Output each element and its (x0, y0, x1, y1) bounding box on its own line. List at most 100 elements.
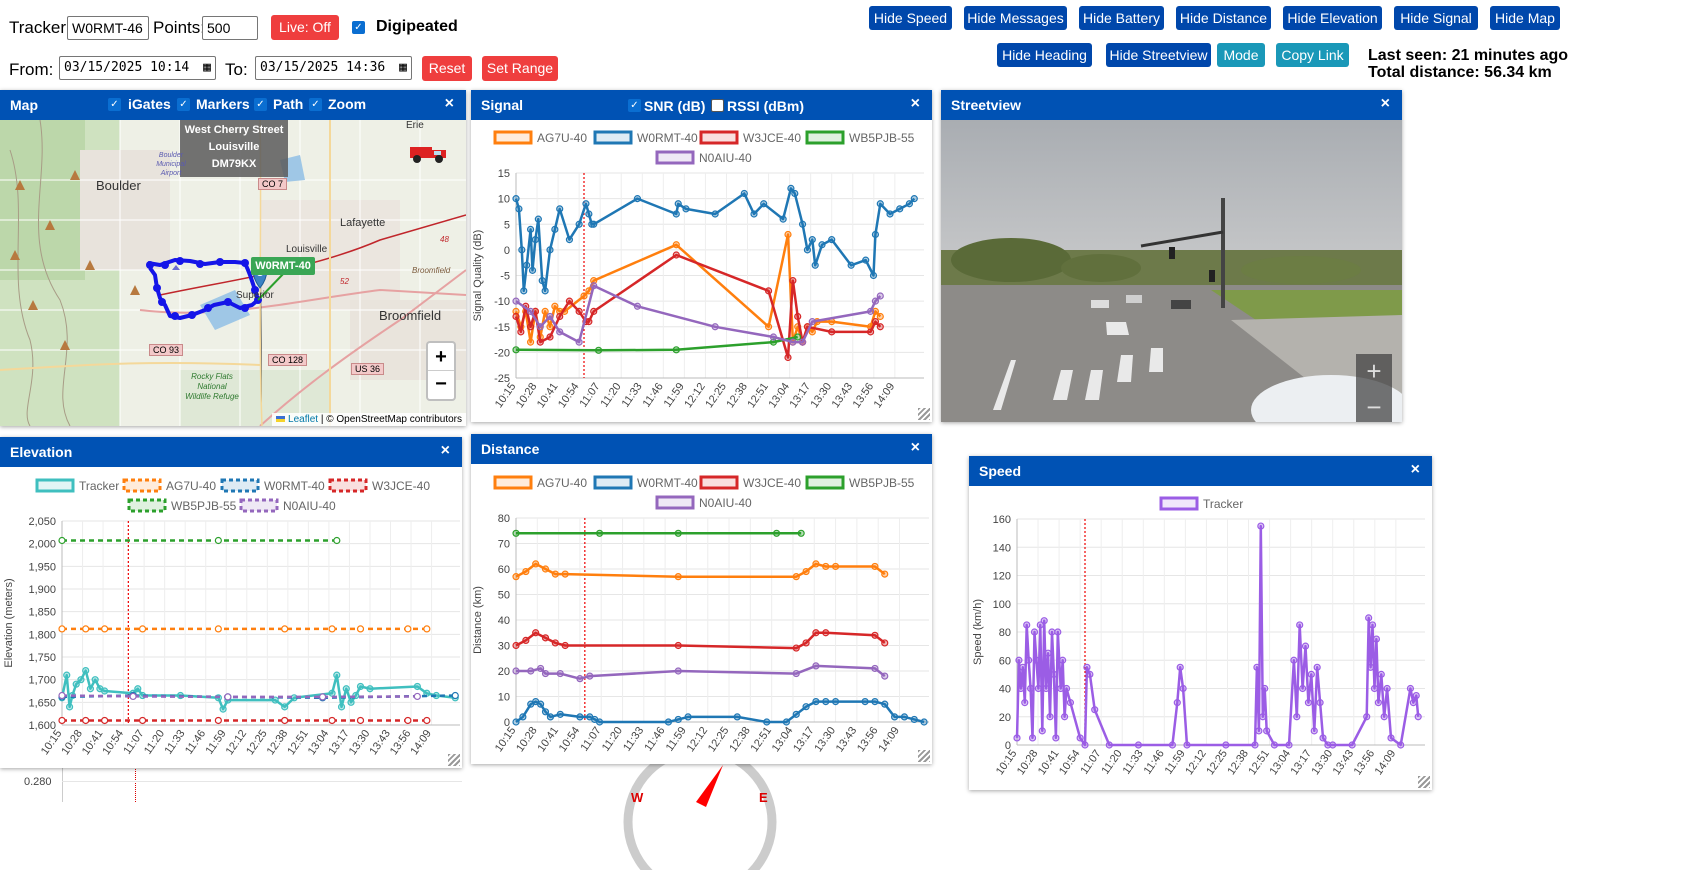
snr-checkbox[interactable]: ✓ (628, 99, 641, 112)
points-input[interactable] (202, 16, 258, 40)
path-checkbox[interactable]: ✓ (254, 98, 267, 111)
hide-distance-button[interactable]: Hide Distance (1176, 6, 1271, 30)
data-point (890, 713, 899, 721)
elevation-close-icon[interactable]: × (441, 442, 450, 460)
resize-grip-icon[interactable] (448, 754, 460, 766)
distance-panel-header: Distance × (471, 434, 932, 464)
data-point (808, 318, 816, 326)
hide-map-button[interactable]: Hide Map (1490, 6, 1560, 30)
zoom-checkbox[interactable]: ✓ (309, 98, 322, 111)
resize-grip-icon[interactable] (1418, 776, 1430, 788)
compass-east-label: E (759, 790, 768, 805)
x-tick-label: 11:20 (142, 728, 167, 757)
map-panel-header: Map ✓ iGates ✓ Markers ✓ Path ✓ Zoom × (0, 90, 466, 120)
copy-link-button[interactable]: Copy Link (1276, 43, 1349, 67)
y-tick-label: 2,000 (28, 539, 56, 551)
x-tick-label: 11:07 (579, 725, 604, 754)
data-point (672, 251, 680, 259)
station-marker-label[interactable]: W0RMT-40 (251, 257, 315, 275)
data-point (869, 271, 878, 280)
distance-close-icon[interactable]: × (911, 439, 920, 457)
data-point (1076, 734, 1084, 742)
path-label: Path (273, 96, 304, 112)
data-point (585, 210, 593, 218)
leaflet-link[interactable]: Leaflet (288, 414, 318, 425)
from-datetime-input[interactable]: 03/15/2025 10:14 ▦ (59, 56, 216, 80)
data-point (536, 700, 545, 708)
resize-grip-icon[interactable] (918, 750, 930, 762)
data-point (1383, 684, 1391, 693)
x-tick-label: 12:25 (244, 728, 270, 757)
hide-elevation-button[interactable]: Hide Elevation (1283, 6, 1382, 30)
data-point (791, 189, 799, 198)
data-point (590, 220, 598, 228)
markers-checkbox[interactable]: ✓ (177, 98, 190, 111)
rssi-checkbox[interactable] (711, 99, 724, 112)
map-close-icon[interactable]: × (445, 95, 454, 113)
data-point (526, 338, 535, 346)
streetview-zoom-out-button[interactable]: − (1356, 390, 1392, 422)
digipeated-checkbox[interactable]: ✓ (352, 21, 365, 34)
x-tick-label: 11:20 (600, 725, 625, 754)
mode-button[interactable]: Mode (1217, 43, 1265, 67)
hide-signal-button[interactable]: Hide Signal (1394, 6, 1478, 30)
data-point (281, 625, 289, 633)
data-point (1042, 684, 1050, 693)
distance-panel: Distance × AG7U-40 W0RMT-40 W3JCE-40 WB5PJB… (471, 434, 932, 764)
legend-label: W3JCE-40 (372, 479, 430, 493)
data-point (1081, 741, 1089, 749)
x-tick-label: 11:59 (1163, 748, 1188, 777)
y-tick-label: 160 (993, 514, 1011, 526)
calendar-icon[interactable]: ▦ (203, 58, 211, 78)
data-point (1374, 699, 1382, 707)
calendar-icon[interactable]: ▦ (399, 58, 407, 78)
streetview-image[interactable]: + − (941, 120, 1402, 422)
elevation-panel: Elevation × Tracker AG7U-40 W0RMT-40 W3JCE-… (0, 437, 462, 768)
data-point (561, 570, 569, 578)
map-zoom-in-button[interactable]: + (428, 343, 454, 371)
data-point (538, 277, 546, 285)
set-range-button[interactable]: Set Range (482, 56, 558, 81)
legend-swatch (127, 498, 167, 513)
data-point (1414, 713, 1422, 721)
x-tick-label: 10:41 (80, 728, 106, 757)
reset-button[interactable]: Reset (422, 56, 472, 81)
data-point (1296, 621, 1304, 629)
place-erie: Erie (406, 120, 424, 131)
speed-close-icon[interactable]: × (1411, 461, 1420, 479)
data-point (798, 220, 807, 228)
hide-streetview-button[interactable]: Hide Streetview (1106, 43, 1211, 67)
hide-speed-button[interactable]: Hide Speed (869, 6, 952, 30)
y-tick-label: 1,750 (28, 652, 56, 664)
data-point (219, 705, 227, 713)
data-point (1222, 741, 1230, 749)
y-tick-label: 80 (498, 513, 510, 525)
y-tick-label: 120 (993, 571, 1011, 583)
tracker-input[interactable] (67, 16, 149, 40)
signal-close-icon[interactable]: × (911, 95, 920, 113)
data-point (522, 567, 530, 576)
data-point (1091, 706, 1099, 714)
data-point (881, 639, 889, 647)
to-datetime-input[interactable]: 03/15/2025 14:36 ▦ (255, 56, 412, 80)
data-point (789, 338, 797, 346)
igates-checkbox[interactable]: ✓ (108, 98, 121, 111)
data-point (1370, 684, 1379, 693)
x-tick-label: 11:46 (641, 381, 666, 410)
hide-messages-button[interactable]: Hide Messages (964, 6, 1067, 30)
resize-grip-icon[interactable] (918, 408, 930, 420)
streetview-close-icon[interactable]: × (1381, 95, 1390, 113)
map-canvas[interactable]: West Cherry Street Louisville DM79KX W0R… (0, 120, 466, 426)
data-point (764, 287, 773, 295)
data-point (1329, 741, 1337, 749)
legend-swatch (122, 478, 162, 493)
data-point (86, 685, 95, 693)
live-toggle-button[interactable]: Live: Off (271, 15, 339, 40)
streetview-zoom-in-button[interactable]: + (1356, 354, 1392, 390)
map-attribution: Leaflet | © OpenStreetMap contributors (272, 413, 466, 426)
x-tick-label: 10:15 (39, 728, 65, 757)
map-zoom-out-button[interactable]: − (428, 371, 454, 399)
hide-heading-button[interactable]: Hide Heading (997, 43, 1092, 67)
hide-battery-button[interactable]: Hide Battery (1079, 6, 1164, 30)
data-point (347, 698, 355, 706)
